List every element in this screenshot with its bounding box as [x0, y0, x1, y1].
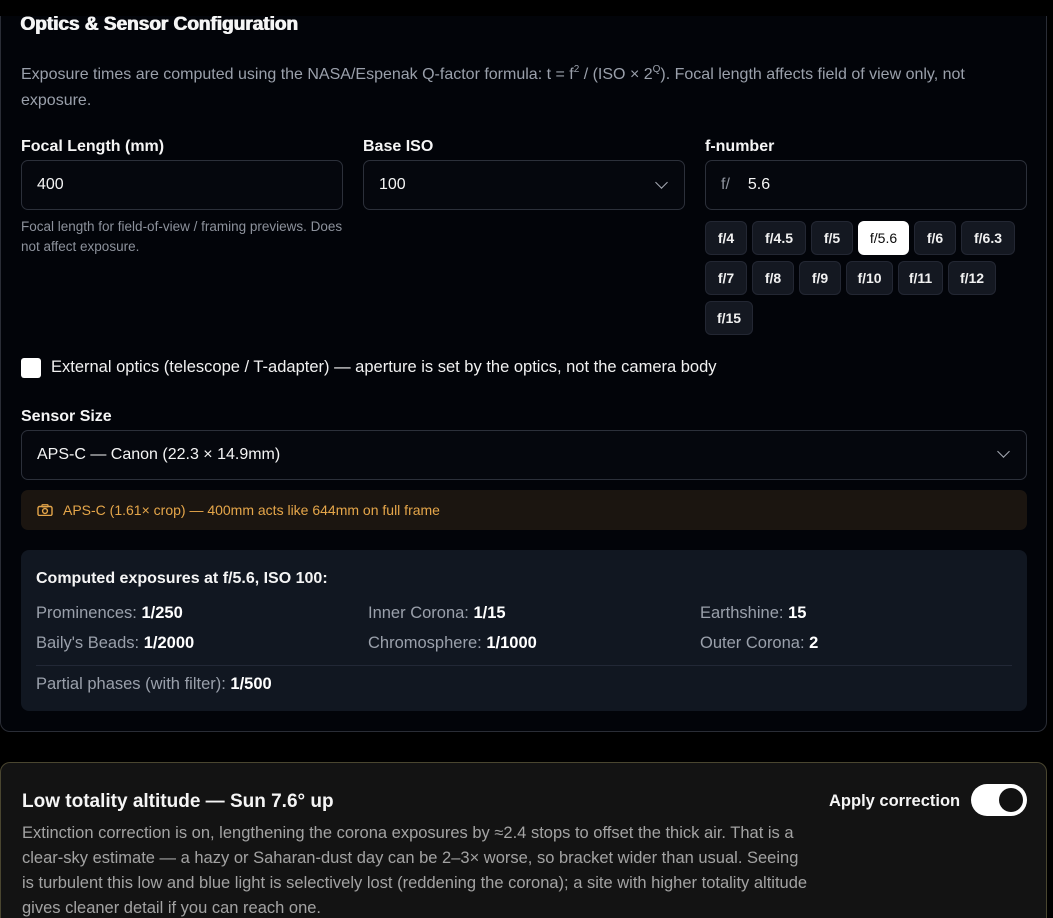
base-iso-value: 100 [379, 176, 406, 193]
low-altitude-warning-card: Low totality altitude — Sun 7.6° up Exti… [0, 762, 1047, 918]
computed-exposures-title: Computed exposures at f/5.6, ISO 100: [36, 570, 328, 587]
focal-length-label: Focal Length (mm) [21, 138, 165, 155]
f-preset-chip[interactable]: f/11 [898, 261, 943, 295]
exposure-outer-corona: Outer Corona: 2 [700, 634, 819, 652]
exposure-inner-corona: Inner Corona: 1/15 [368, 604, 506, 622]
f-preset-chip-selected[interactable]: f/5.6 [858, 221, 909, 255]
apply-correction-toggle[interactable] [971, 784, 1027, 816]
f-preset-chip[interactable]: f/9 [799, 261, 841, 295]
focal-length-value: 400 [37, 176, 64, 193]
sensor-size-value: APS-C — Canon (22.3 × 14.9mm) [37, 446, 281, 463]
warning-title: Low totality altitude — Sun 7.6° up [22, 791, 334, 812]
chevron-down-icon [997, 445, 1010, 458]
external-optics-checkbox[interactable] [21, 358, 41, 378]
optics-config-card: Optics & Sensor Configuration Exposure t… [0, 0, 1047, 732]
crop-factor-note: APS-C (1.61× crop) — 400mm acts like 644… [21, 490, 1027, 530]
f-preset-chip[interactable]: f/7 [705, 261, 747, 295]
f-number-label: f-number [705, 138, 775, 155]
f-preset-chip[interactable]: f/15 [705, 301, 753, 335]
formula-description: Exposure times are computed using the NA… [21, 64, 965, 110]
f-number-input[interactable]: f/ 5.6 [705, 160, 1027, 210]
f-number-prefix: f/ [721, 176, 730, 193]
section-heading: Optics & Sensor Configuration [20, 14, 298, 35]
f-preset-chip[interactable]: f/12 [948, 261, 996, 295]
exposure-chromosphere: Chromosphere: 1/1000 [368, 634, 537, 652]
chevron-down-icon [655, 176, 668, 189]
f-preset-chip[interactable]: f/6.3 [961, 221, 1015, 255]
f-preset-chip[interactable]: f/4.5 [752, 221, 806, 255]
apply-correction-label: Apply correction [829, 792, 961, 810]
external-optics-label[interactable]: External optics (telescope / T-adapter) … [51, 358, 717, 377]
f-preset-chip[interactable]: f/5 [811, 221, 853, 255]
exposure-partial-phases: Partial phases (with filter): 1/500 [36, 675, 272, 693]
exposure-earthshine: Earthshine: 15 [700, 604, 807, 622]
divider [36, 665, 1012, 666]
sensor-size-label: Sensor Size [21, 408, 112, 425]
base-iso-label: Base ISO [363, 138, 434, 155]
camera-icon [37, 504, 53, 516]
f-preset-chip[interactable]: f/4 [705, 221, 747, 255]
base-iso-select[interactable]: 100 [363, 160, 685, 210]
f-preset-chip[interactable]: f/8 [752, 261, 794, 295]
exposure-prominences: Prominences: 1/250 [36, 604, 183, 622]
exposure-bailys-beads: Baily's Beads: 1/2000 [36, 634, 195, 652]
computed-exposures-panel: Computed exposures at f/5.6, ISO 100: Pr… [21, 550, 1027, 711]
warning-text: Extinction correction is on, lengthening… [22, 824, 808, 917]
f-number-value: 5.6 [747, 176, 771, 193]
toggle-knob [999, 788, 1023, 812]
focal-length-hint: Focal length for field-of-view / framing… [21, 219, 343, 254]
sensor-size-select[interactable]: APS-C — Canon (22.3 × 14.9mm) [21, 430, 1027, 480]
f-preset-chip[interactable]: f/6 [914, 221, 956, 255]
crop-factor-text: APS-C (1.61× crop) — 400mm acts like 644… [63, 502, 440, 518]
focal-length-input[interactable]: 400 [21, 160, 343, 210]
f-preset-chip[interactable]: f/10 [846, 261, 893, 295]
